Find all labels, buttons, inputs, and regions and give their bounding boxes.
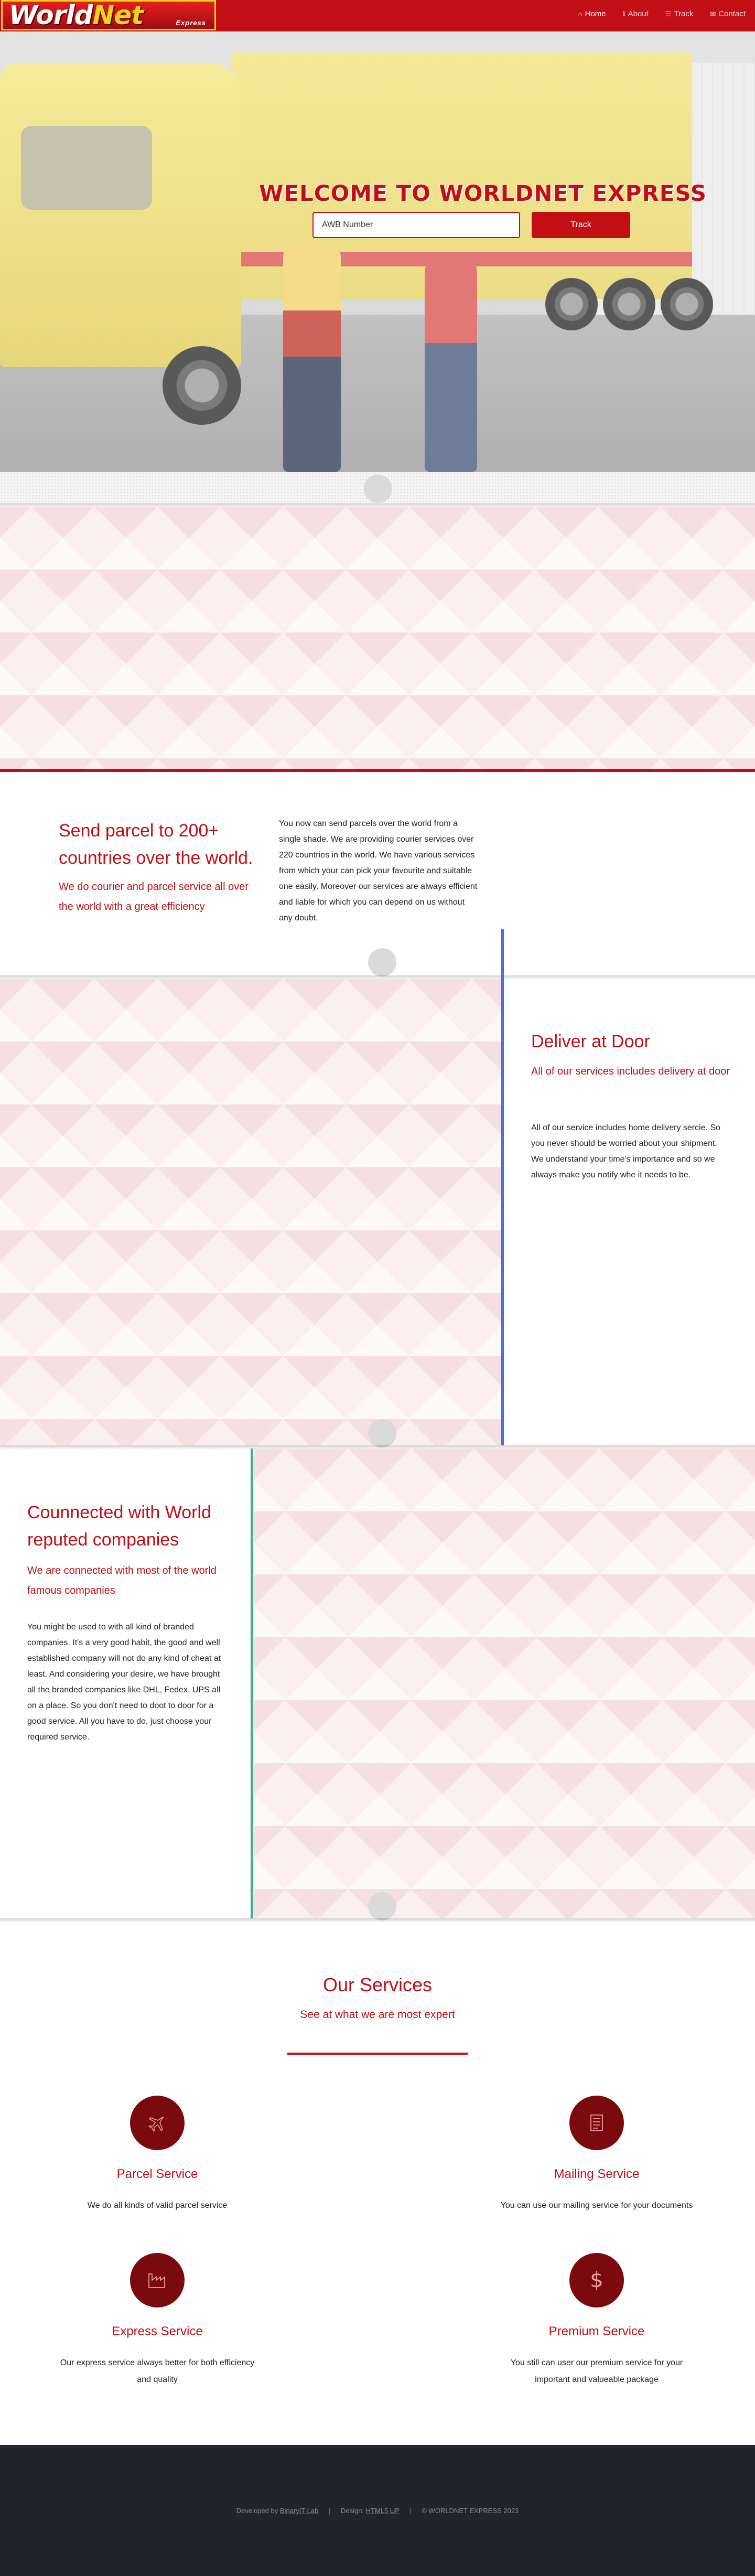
footer-credits: Developed by BinaryIT Lab | Design: HTML… <box>0 2507 755 2515</box>
express-service-title: Express Service <box>112 2324 203 2338</box>
services-divider <box>287 2053 468 2055</box>
door-section-body: All of our service includes home deliver… <box>531 1123 721 1179</box>
awb-number-input[interactable] <box>312 212 520 238</box>
main-nav: ⌂ Home ℹ About ☰ Track ✉ Contact <box>578 9 746 18</box>
track-button[interactable]: Track <box>532 212 630 238</box>
footer-dev-link[interactable]: BinaryIT Lab <box>280 2507 318 2515</box>
hero-banner: WELCOME TO WORLDNET EXPRESS Track <box>0 31 755 472</box>
home-icon: ⌂ <box>578 10 583 18</box>
logo-wordmark: WorldNet <box>9 0 144 30</box>
plane-icon <box>130 2096 185 2150</box>
connected-section-subtitle: We are connected with most of the world … <box>27 1565 217 1596</box>
door-section-subtitle: All of our services includes delivery at… <box>531 1066 730 1077</box>
services-subtitle: See at what we are most expert <box>300 2009 455 2021</box>
mailing-service-title: Mailing Service <box>554 2167 640 2181</box>
footer-separator: | <box>328 2507 331 2515</box>
footer-dev-prefix: Developed by <box>236 2507 278 2515</box>
texture-panel-left <box>0 979 501 1445</box>
services-title: Our Services <box>322 1974 433 1995</box>
info-icon: ℹ <box>622 9 625 18</box>
door-section-title: Deliver at Door <box>531 1032 650 1051</box>
logo-net-text: Net <box>92 0 144 30</box>
nav-track-label: Track <box>674 9 694 18</box>
nav-home-label: Home <box>585 9 606 18</box>
green-divider <box>251 1448 253 1918</box>
scroll-down-button[interactable] <box>368 1419 396 1447</box>
nav-contact[interactable]: ✉ Contact <box>710 9 746 18</box>
texture-banner <box>0 507 755 769</box>
logo[interactable]: WorldNet Express <box>1 0 216 30</box>
footer-design-prefix: Design: <box>340 2507 364 2515</box>
top-navbar: WorldNet Express ⌂ Home ℹ About ☰ Track … <box>0 0 755 31</box>
connected-section-body: You might be used to with all kind of br… <box>27 1623 221 1742</box>
document-icon <box>569 2096 624 2150</box>
divider-shadow <box>0 1918 755 1923</box>
footer-design-link[interactable]: HTML5 UP <box>366 2507 400 2515</box>
parcel-section-title: Send parcel to 200+ countries over the w… <box>59 821 253 868</box>
premium-service-desc: You still can user our premium service f… <box>510 2358 683 2384</box>
dollar-icon: $ <box>569 2253 624 2307</box>
scroll-down-button[interactable] <box>368 948 396 976</box>
list-icon: ☰ <box>665 9 672 18</box>
nav-contact-label: Contact <box>718 9 746 18</box>
connected-section-title: Counnected with World reputed companies <box>27 1502 211 1550</box>
parcel-service-title: Parcel Service <box>116 2167 198 2181</box>
express-service-desc: Our express service always better for bo… <box>60 2358 255 2384</box>
footer: Developed by BinaryIT Lab | Design: HTML… <box>0 2445 755 2576</box>
factory-icon <box>130 2253 185 2307</box>
nav-about[interactable]: ℹ About <box>623 9 649 18</box>
scroll-down-button[interactable] <box>364 475 392 503</box>
nav-track[interactable]: ☰ Track <box>665 9 694 18</box>
texture-panel-right <box>254 1448 755 1918</box>
hero-title: WELCOME TO WORLDNET EXPRESS <box>259 180 707 206</box>
nav-home[interactable]: ⌂ Home <box>578 9 606 18</box>
hero-overlay <box>0 31 755 472</box>
mailing-service-desc: You can use our mailing service for your… <box>500 2201 693 2210</box>
parcel-service-desc: We do all kinds of valid parcel service <box>87 2201 228 2210</box>
footer-separator: | <box>409 2507 412 2515</box>
red-divider <box>0 769 755 772</box>
logo-subtitle: Express <box>176 19 206 27</box>
parcel-section-body: You now can send parcels over the world … <box>279 819 478 922</box>
scroll-down-button[interactable] <box>368 1892 396 1920</box>
premium-service-title: Premium Service <box>548 2324 645 2338</box>
logo-world-text: World <box>9 0 93 30</box>
envelope-icon: ✉ <box>710 9 716 18</box>
blue-divider <box>501 929 504 1445</box>
nav-about-label: About <box>628 9 649 18</box>
footer-copyright: © WORLDNET EXPRESS 2023 <box>422 2507 519 2515</box>
parcel-section-subtitle: We do courier and parcel service all ove… <box>59 881 249 913</box>
